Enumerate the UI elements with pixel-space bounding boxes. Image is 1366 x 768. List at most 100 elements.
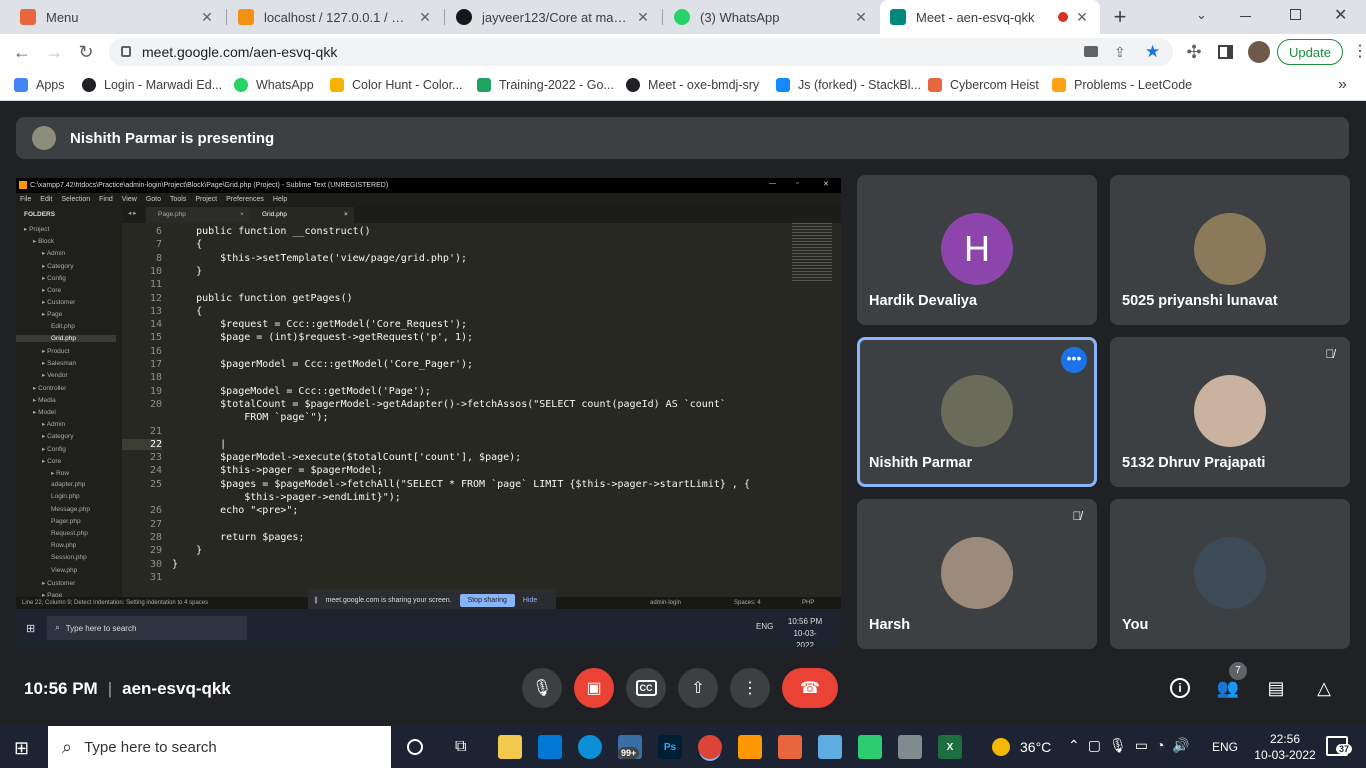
update-button[interactable]: Update <box>1277 39 1343 65</box>
tab-search-icon[interactable]: ⌄ <box>1196 7 1207 23</box>
input-language[interactable]: ENG <box>1212 740 1238 754</box>
file-explorer-icon[interactable] <box>498 735 522 759</box>
address-bar[interactable]: meet.google.com/aen-esvq-qkk ⇪ ★ <box>109 38 1173 66</box>
bookmark-stackblitz[interactable]: Js (forked) - StackBl... <box>776 75 921 95</box>
browser-tab-phpmyadmin[interactable]: localhost / 127.0.0.1 / project ✕ <box>228 0 443 34</box>
line-number: 14 <box>149 319 162 331</box>
notification-center-icon[interactable]: 37 <box>1326 736 1353 756</box>
bookmark-star-icon[interactable]: ★ <box>1145 42 1160 62</box>
cortana-icon[interactable] <box>407 739 423 755</box>
camera-off-button[interactable]: ▣ <box>574 668 614 708</box>
participant-tile-dhruv[interactable]: 🎙̸ 5132 Dhruv Prajapati <box>1110 337 1350 487</box>
pause-icon: ∥ <box>314 597 318 604</box>
participant-tile-you[interactable]: You <box>1110 499 1350 649</box>
share-icon[interactable]: ⇪ <box>1114 44 1126 61</box>
sublime-text-icon[interactable] <box>738 735 762 759</box>
bookmark-whatsapp[interactable]: WhatsApp <box>234 75 314 95</box>
close-icon[interactable]: ✕ <box>635 9 651 26</box>
mail-icon[interactable]: 99+ <box>618 735 642 759</box>
line-number: 8 <box>155 252 162 264</box>
line-number: 31 <box>149 571 162 583</box>
profile-avatar[interactable] <box>1248 41 1270 63</box>
bookmark-label: Training-2022 - Go... <box>499 78 614 92</box>
participant-tile-nishith[interactable]: ••• Nishith Parmar <box>857 337 1097 487</box>
line-number: 15 <box>149 332 162 344</box>
line-number: 20 <box>149 398 162 410</box>
new-tab-button[interactable]: + <box>1108 5 1132 29</box>
restore-icon[interactable] <box>1290 9 1301 20</box>
window-close-icon[interactable]: ✕ <box>1334 5 1347 25</box>
notes-app-icon[interactable] <box>818 735 842 759</box>
code-line: $this->pager->endLimit}"); <box>172 492 401 503</box>
bookmark-leetcode[interactable]: Problems - LeetCode <box>1052 75 1192 95</box>
system-tray-icons[interactable]: ⌃▢🎙▭◔🔊 <box>1068 737 1198 754</box>
close-icon[interactable]: ✕ <box>199 9 215 26</box>
browser-tab-github[interactable]: jayveer123/Core at main-mo ✕ <box>446 0 661 34</box>
leave-call-button[interactable]: ☎ <box>782 668 838 708</box>
side-panel-icon[interactable] <box>1218 45 1233 59</box>
participant-tile-hardik[interactable]: H Hardik Devaliya <box>857 175 1097 325</box>
folder-tree-item: ▸ Media <box>33 396 56 404</box>
chrome-icon[interactable] <box>698 735 722 759</box>
camera-in-use-icon[interactable] <box>1084 46 1098 57</box>
code-line: } <box>172 558 179 570</box>
line-number: 11 <box>149 279 162 291</box>
close-icon[interactable]: ✕ <box>1074 9 1090 26</box>
bookmark-label: Meet - oxe-bmdj-sry <box>648 78 760 92</box>
photoshop-icon[interactable]: Ps <box>658 735 682 759</box>
tab-title: Menu <box>46 9 79 25</box>
forward-arrow-icon[interactable]: → <box>42 40 66 64</box>
calculator-icon[interactable] <box>898 735 922 759</box>
more-vertical-icon[interactable]: ⋮ <box>1352 41 1366 61</box>
browser-tab-meet[interactable]: Meet - aen-esvq-qkk ✕ <box>880 0 1100 34</box>
taskbar-clock[interactable]: 22:56 10-03-2022 <box>1250 731 1320 763</box>
excel-icon[interactable]: X <box>938 735 962 759</box>
more-bookmarks-button[interactable]: » <box>1338 75 1347 95</box>
edge-icon[interactable] <box>578 735 602 759</box>
minimize-icon[interactable] <box>1240 16 1251 17</box>
folder-tree-item: ▸ Customer <box>42 579 76 587</box>
git-icon[interactable] <box>858 735 882 759</box>
microsoft-store-icon[interactable] <box>538 735 562 759</box>
browser-tab-menu[interactable]: Menu ✕ <box>10 0 225 34</box>
meeting-details-button[interactable]: i <box>1166 674 1194 702</box>
activities-shapes-icon: △ <box>1317 677 1331 698</box>
bookmark-color-hunt[interactable]: Color Hunt - Color... <box>330 75 462 95</box>
bookmark-meet[interactable]: Meet - oxe-bmdj-sry <box>626 75 759 95</box>
meet-controls-bar: 10:56 PM | aen-esvq-qkk 🎙 ▣ CC ⇧ ⋮ ☎ i 👥… <box>0 662 1366 714</box>
more-options-button[interactable]: ⋮ <box>730 668 770 708</box>
participant-tile-harsh[interactable]: 🎙̸ Harsh <box>857 499 1097 649</box>
extensions-puzzle-icon[interactable]: ✣ <box>1182 40 1206 64</box>
back-arrow-icon[interactable]: ← <box>10 40 34 64</box>
captions-button[interactable]: CC <box>626 668 666 708</box>
folder-tree-item: Row.php <box>51 542 77 550</box>
bookmark-training[interactable]: Training-2022 - Go... <box>477 75 614 95</box>
browser-tab-whatsapp[interactable]: (3) WhatsApp ✕ <box>664 0 879 34</box>
participant-tile-priyanshi[interactable]: 5025 priyanshi lunavat <box>1110 175 1350 325</box>
bookmark-apps[interactable]: Apps <box>14 75 65 95</box>
more-options-icon[interactable]: ••• <box>1061 347 1087 373</box>
activities-button[interactable]: △ <box>1310 674 1338 702</box>
xampp-icon[interactable] <box>778 735 802 759</box>
bookmark-marwadi[interactable]: Login - Marwadi Ed... <box>82 75 222 95</box>
url-text: meet.google.com/aen-esvq-qkk <box>142 44 338 60</box>
windows-start-icon[interactable]: ⊞ <box>14 738 29 759</box>
microphone-button[interactable]: 🎙 <box>522 668 562 708</box>
chat-button[interactable]: ▤ <box>1262 674 1290 702</box>
tab-divider <box>662 9 663 25</box>
weather-temperature[interactable]: 36°C <box>1020 739 1051 755</box>
reload-icon[interactable]: ↻ <box>74 40 98 64</box>
close-icon: × <box>240 211 244 218</box>
taskbar-search-box[interactable]: ⌕ Type here to search <box>48 726 391 768</box>
people-button[interactable]: 👥 7 <box>1214 662 1247 702</box>
task-view-icon[interactable]: ⧉ <box>455 738 466 756</box>
menu-goto: Goto <box>145 195 161 203</box>
avatar <box>1194 375 1266 447</box>
weather-sun-icon[interactable] <box>992 738 1010 756</box>
code-line: $request = Ccc::getModel('Core_Request')… <box>172 319 468 331</box>
bookmark-cybercom[interactable]: Cybercom Heist <box>928 75 1039 95</box>
close-icon[interactable]: ✕ <box>417 9 433 26</box>
present-now-button[interactable]: ⇧ <box>678 668 718 708</box>
close-icon[interactable]: ✕ <box>853 9 869 26</box>
sidebar-folders: FOLDERS ▸ Project ▸ Block ▸ Admin ▸ Categor… <box>16 205 122 599</box>
